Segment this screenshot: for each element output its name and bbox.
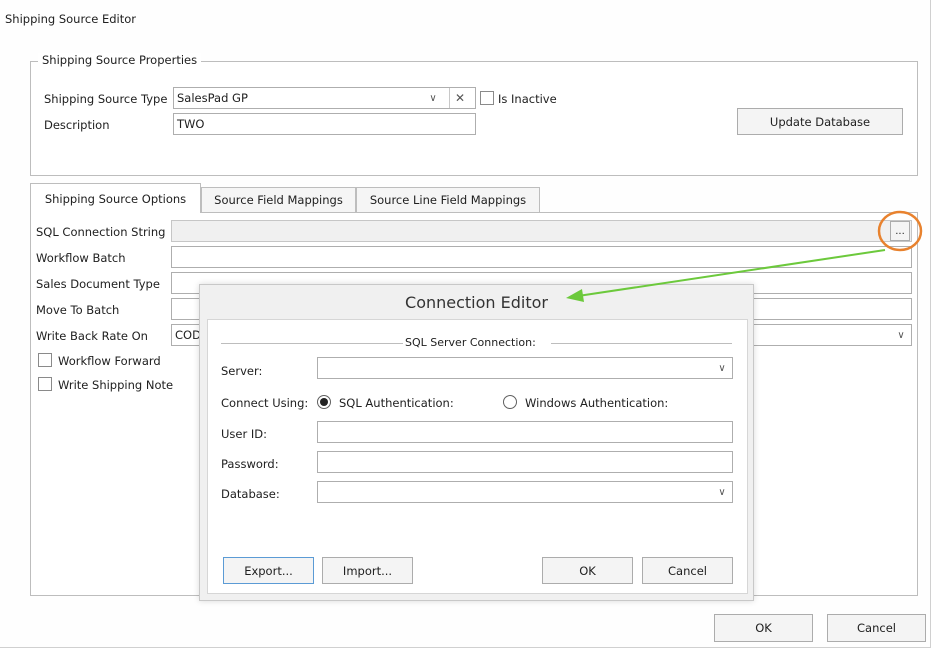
highlight-circle	[877, 210, 923, 252]
arrow-head-icon	[566, 289, 584, 302]
annotation-arrow-line	[577, 249, 886, 297]
annotation-overlay	[566, 210, 923, 302]
